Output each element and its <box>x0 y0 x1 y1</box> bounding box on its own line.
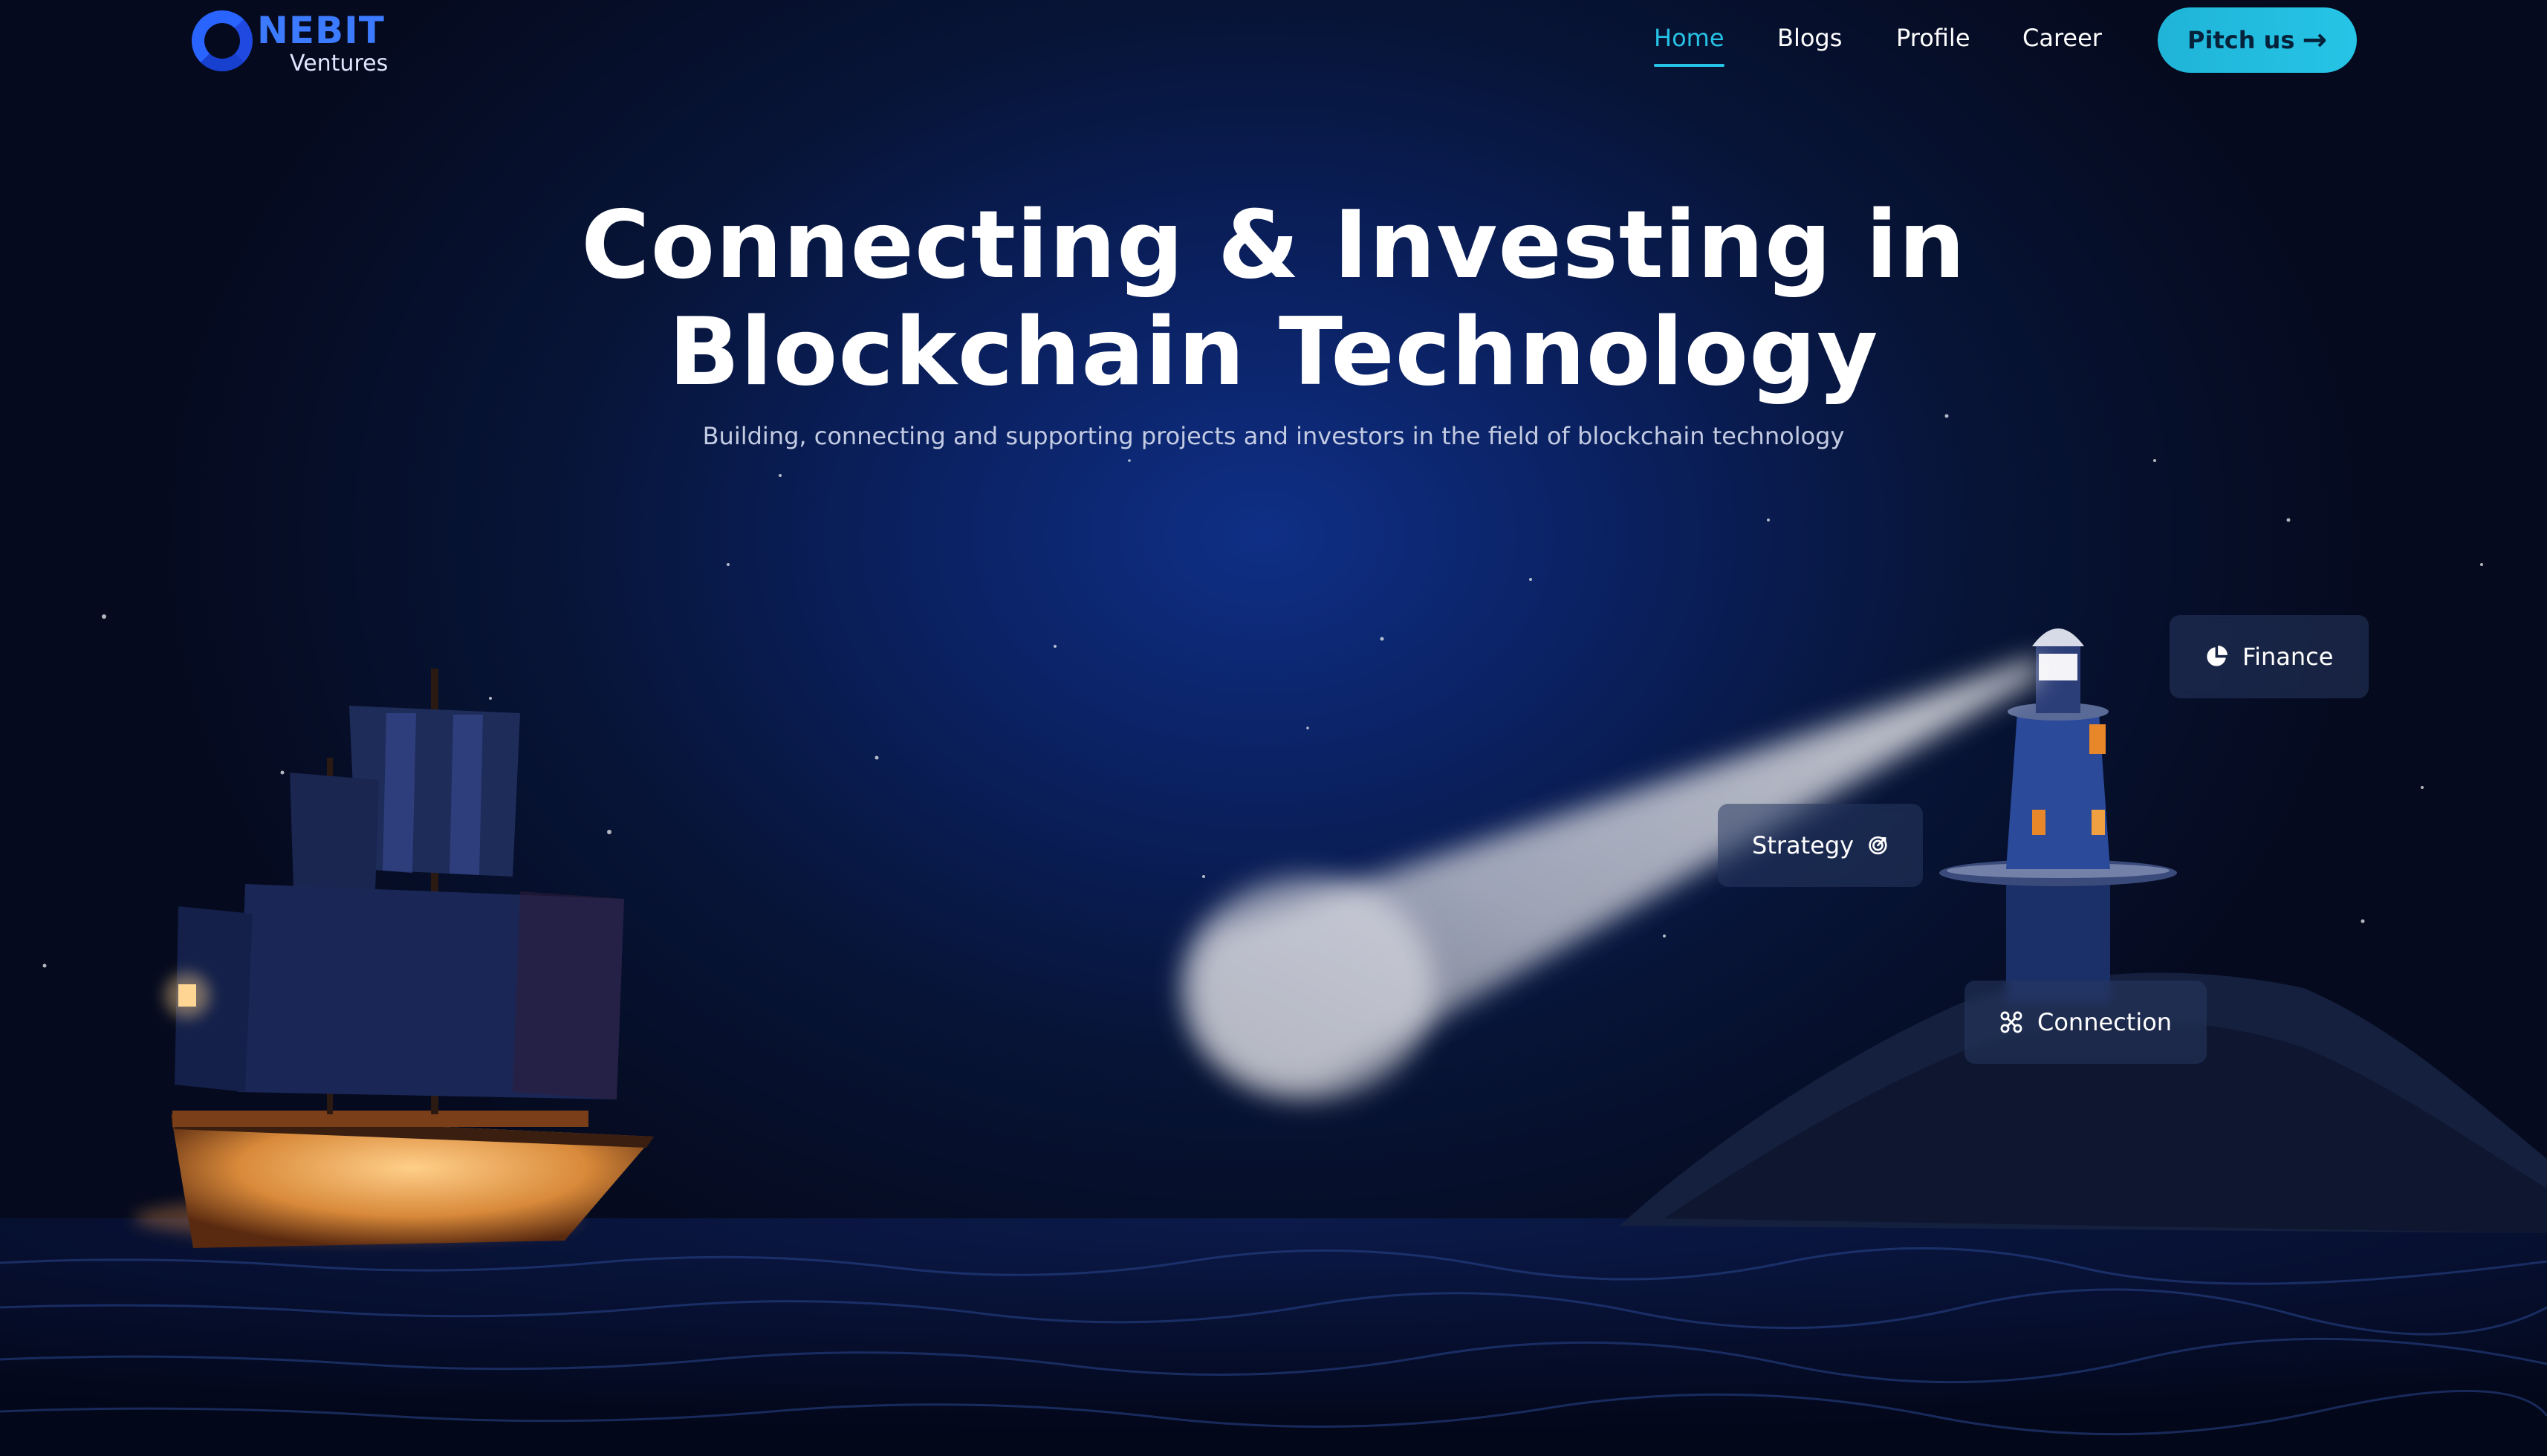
strategy-label: Strategy <box>1752 831 1855 859</box>
pie-chart-icon <box>2207 646 2228 666</box>
nav-item-label: Home <box>1654 24 1725 52</box>
brand-name: NEBIT <box>257 9 385 52</box>
nav-item-profile[interactable]: Profile <box>1896 24 1970 52</box>
nav-item-label: Career <box>2022 24 2102 52</box>
finance-label: Finance <box>2242 643 2334 671</box>
hero-title-line-1: Connecting & Investing in <box>581 190 1966 299</box>
strategy-chip[interactable]: Strategy <box>1718 804 1923 887</box>
brand-tagline: Ventures <box>290 51 389 77</box>
brand-logo[interactable]: NEBIT Ventures <box>192 7 400 77</box>
nodes-icon <box>2000 1011 2022 1033</box>
nav-item-career[interactable]: Career <box>2022 24 2102 52</box>
top-nav: NEBIT Ventures Home Blogs Profile Career… <box>0 0 2547 82</box>
pitch-us-label: Pitch us <box>2187 26 2295 54</box>
nav-item-label: Profile <box>1896 24 1970 52</box>
nav-item-home[interactable]: Home <box>1654 24 1725 67</box>
connection-chip[interactable]: Connection <box>1964 981 2207 1064</box>
logo-ring-icon <box>192 10 253 71</box>
ship <box>134 669 654 1248</box>
hero-page: NEBIT Ventures Home Blogs Profile Career… <box>0 0 2547 1456</box>
hero-subtitle: Building, connecting and supporting proj… <box>702 422 1845 450</box>
hero-title: Connecting & Investing in Blockchain Tec… <box>0 192 2547 406</box>
nav-item-blogs[interactable]: Blogs <box>1777 24 1842 52</box>
finance-chip[interactable]: Finance <box>2170 615 2369 698</box>
nav-item-label: Blogs <box>1777 24 1843 52</box>
connection-label: Connection <box>2037 1008 2173 1036</box>
pitch-us-button[interactable]: Pitch us → <box>2158 7 2357 73</box>
target-icon <box>1869 836 1887 855</box>
hero-title-line-2: Blockchain Technology <box>668 297 1879 406</box>
active-underline <box>1654 64 1725 67</box>
arrow-right-icon: → <box>2302 23 2327 57</box>
